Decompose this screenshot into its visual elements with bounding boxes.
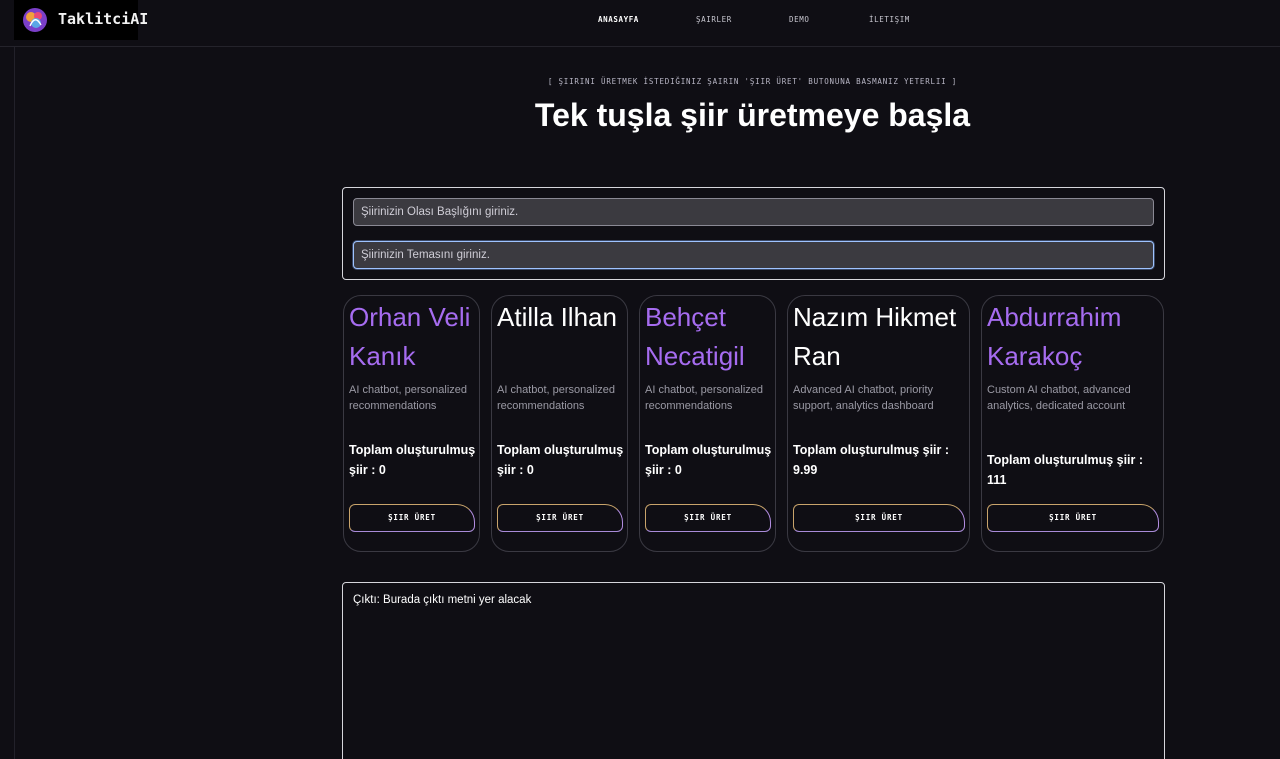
poet-description: AI chatbot, personalized recommendations (645, 384, 764, 412)
poet-description: Advanced AI chatbot, priority support, a… (793, 384, 934, 412)
brain-icon (23, 8, 47, 32)
poem-count: Toplam oluşturulmuş şiir : 0 (645, 443, 772, 477)
nav-item-anasayfa[interactable]: ANASAYFA (598, 15, 639, 24)
poet-description: Custom AI chatbot, advanced analytics, d… (987, 384, 1131, 412)
generate-poem-button[interactable]: ŞIIR ÜRET (793, 504, 965, 532)
output-text: Çıktı: Burada çıktı metni yer alacak (353, 594, 532, 606)
poem-count: Toplam oluşturulmuş şiir : 0 (349, 443, 476, 477)
poet-card-orhan-veli: Orhan Veli Kanık AI chatbot, personalize… (343, 295, 480, 552)
poet-card-abdurrahim-karakoc: Abdurrahim Karakoç Custom AI chatbot, ad… (981, 295, 1164, 552)
poet-card-atilla-ilhan: Atilla Ilhan AI chatbot, personalized re… (491, 295, 628, 552)
output-panel: Çıktı: Burada çıktı metni yer alacak (342, 582, 1165, 759)
poet-card-behcet-necatigil: Behçet Necatigil AI chatbot, personalize… (639, 295, 776, 552)
poet-name: Abdurrahim Karakoç (987, 302, 1122, 371)
poem-title-input[interactable] (353, 198, 1154, 226)
poet-description: AI chatbot, personalized recommendations (349, 384, 468, 412)
poet-card-nazim-hikmet: Nazım Hikmet Ran Advanced AI chatbot, pr… (787, 295, 970, 552)
top-navbar: TaklitciAI ANASAYFA ŞAIRLER DEMO İLETIŞI… (0, 0, 1280, 47)
poet-description: AI chatbot, personalized recommendations (497, 384, 616, 412)
poet-name: Nazım Hikmet Ran (793, 302, 957, 371)
brand-logo[interactable]: TaklitciAI (14, 0, 148, 40)
generate-poem-button[interactable]: ŞIIR ÜRET (497, 504, 623, 532)
poem-count: Toplam oluşturulmuş şiir : 111 (987, 453, 1144, 487)
hero-kicker: [ ŞIIRINI ÜRETMEK İSTEDIĞINIZ ŞAIRIN 'ŞI… (547, 77, 958, 86)
nav-item-sairler[interactable]: ŞAIRLER (696, 15, 732, 24)
poet-name: Behçet Necatigil (645, 302, 745, 371)
poem-count: Toplam oluşturulmuş şiir : 9.99 (793, 443, 950, 477)
poem-count: Toplam oluşturulmuş şiir : 0 (497, 443, 624, 477)
poet-name: Atilla Ilhan (497, 302, 617, 332)
page-title: Tek tuşla şiir üretmeye başla (534, 97, 971, 133)
poem-theme-input[interactable] (353, 241, 1154, 269)
generate-poem-button[interactable]: ŞIIR ÜRET (987, 504, 1159, 532)
generate-poem-button[interactable]: ŞIIR ÜRET (645, 504, 771, 532)
nav-item-iletisim[interactable]: İLETIŞIM (869, 15, 910, 24)
brand-name: TaklitciAI (58, 10, 149, 28)
generate-poem-button[interactable]: ŞIIR ÜRET (349, 504, 475, 532)
poem-form (342, 187, 1165, 280)
poet-name: Orhan Veli Kanık (349, 302, 471, 371)
left-divider (14, 47, 15, 759)
nav-item-demo[interactable]: DEMO (789, 15, 809, 24)
